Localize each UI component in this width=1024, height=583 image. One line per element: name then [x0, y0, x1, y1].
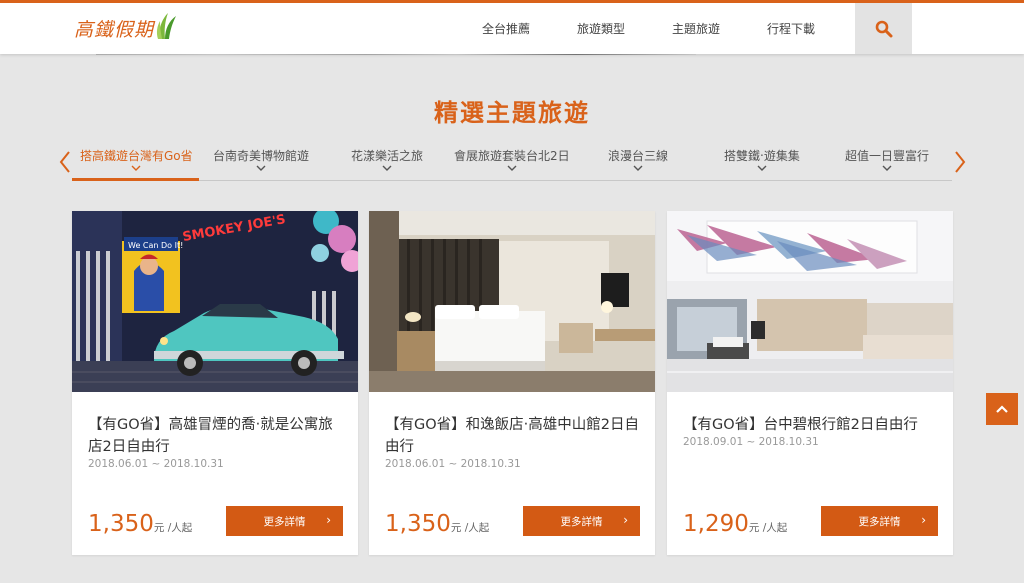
tour-photo-hotel-room[interactable] — [369, 211, 655, 392]
more-details-button[interactable]: 更多詳情 › — [226, 506, 343, 536]
tour-photo-hotel-lobby[interactable] — [667, 211, 953, 392]
site-logo[interactable]: 高鐵假期 — [74, 11, 178, 45]
tour-date-range: 2018.06.01 ~ 2018.10.31 — [385, 458, 521, 470]
tab-romantic-route[interactable]: 浪漫台三線 — [608, 147, 668, 171]
tour-photo-diner[interactable]: We Can Do It! SMOKEY JOE'S — [72, 211, 358, 392]
tab-go-save[interactable]: 搭高鐵遊台灣有Go省 — [80, 147, 193, 171]
tab-day-trip[interactable]: 超值一日豐富行 — [845, 147, 929, 171]
nav-item-travel-type[interactable]: 旅遊類型 — [577, 20, 625, 37]
tour-price: 1,290元 /人起 — [683, 511, 787, 537]
tab-jiji-rail[interactable]: 搭雙鐵‧遊集集 — [724, 147, 800, 171]
chevron-down-icon — [507, 165, 517, 171]
button-label: 更多詳情 — [263, 515, 306, 528]
chevron-down-icon — [882, 165, 892, 171]
tab-label: 超值一日豐富行 — [845, 149, 930, 163]
tabs-next-arrow-icon[interactable] — [953, 150, 967, 174]
price-unit: 元 /人起 — [153, 522, 193, 534]
search-button[interactable] — [855, 3, 912, 54]
tour-title[interactable]: 【有GO省】和逸飯店‧高雄中山館2日自由行 — [385, 414, 643, 458]
section-title: 精選主題旅遊 — [434, 99, 590, 127]
poster-text: We Can Do It! — [128, 241, 183, 250]
more-details-button[interactable]: 更多詳情 › — [821, 506, 938, 536]
tour-card[interactable]: 【有GO省】台中碧根行館2日自由行 2018.09.01 ~ 2018.10.3… — [667, 211, 953, 555]
chevron-right-icon: › — [623, 513, 628, 527]
chevron-down-icon — [382, 165, 392, 171]
tab-label: 搭高鐵遊台灣有Go省 — [80, 149, 193, 163]
chevron-down-icon — [256, 165, 266, 171]
tour-card[interactable]: We Can Do It! SMOKEY JOE'S 【有GO省】高雄冒煙的喬‧… — [72, 211, 358, 555]
price-value: 1,350 — [88, 511, 154, 537]
chevron-down-icon — [131, 165, 141, 171]
active-tab-indicator — [72, 178, 199, 181]
chevron-right-icon: › — [921, 513, 926, 527]
search-icon — [875, 20, 892, 37]
more-details-button[interactable]: 更多詳情 › — [523, 506, 640, 536]
tour-title[interactable]: 【有GO省】台中碧根行館2日自由行 — [683, 414, 941, 436]
button-label: 更多詳情 — [858, 515, 901, 528]
tour-price: 1,350元 /人起 — [88, 511, 192, 537]
button-label: 更多詳情 — [560, 515, 603, 528]
theme-tabs: 搭高鐵遊台灣有Go省 台南奇美博物館遊 花漾樂活之旅 會展旅遊套裝台北2日 浪漫… — [72, 141, 952, 181]
chevron-right-icon: › — [326, 513, 331, 527]
chevron-down-icon — [757, 165, 767, 171]
tabs-prev-arrow-icon[interactable] — [58, 150, 72, 174]
price-value: 1,350 — [385, 511, 451, 537]
tour-card[interactable]: 【有GO省】和逸飯店‧高雄中山館2日自由行 2018.06.01 ~ 2018.… — [369, 211, 655, 555]
nav-item-recommend[interactable]: 全台推薦 — [482, 20, 530, 37]
price-unit: 元 /人起 — [748, 522, 788, 534]
tour-title[interactable]: 【有GO省】高雄冒煙的喬‧就是公寓旅店2日自由行 — [88, 414, 346, 458]
nav-item-theme-travel[interactable]: 主題旅遊 — [672, 20, 720, 37]
leaf-icon — [156, 11, 178, 45]
chevron-down-icon — [633, 165, 643, 171]
main-nav: 全台推薦 旅遊類型 主題旅遊 行程下載 — [482, 3, 862, 54]
price-value: 1,290 — [683, 511, 749, 537]
tour-price: 1,350元 /人起 — [385, 511, 489, 537]
tab-flower-trip[interactable]: 花漾樂活之旅 — [351, 147, 423, 171]
chevron-up-icon — [996, 405, 1008, 413]
price-unit: 元 /人起 — [450, 522, 490, 534]
tab-label: 花漾樂活之旅 — [351, 149, 424, 163]
tab-chimei-museum[interactable]: 台南奇美博物館遊 — [213, 147, 309, 171]
back-to-top-button[interactable] — [986, 393, 1018, 425]
tour-date-range: 2018.06.01 ~ 2018.10.31 — [88, 458, 224, 470]
logo-text: 高鐵假期 — [74, 18, 155, 41]
tab-convention-taipei[interactable]: 會展旅遊套裝台北2日 — [454, 147, 570, 171]
top-navbar: 高鐵假期 全台推薦 旅遊類型 主題旅遊 行程下載 — [0, 0, 1024, 54]
tab-label: 台南奇美博物館遊 — [213, 149, 310, 163]
tab-label: 搭雙鐵‧遊集集 — [724, 149, 800, 163]
tab-label: 會展旅遊套裝台北2日 — [454, 149, 570, 163]
nav-item-download[interactable]: 行程下載 — [767, 20, 815, 37]
tour-date-range: 2018.09.01 ~ 2018.10.31 — [683, 436, 819, 448]
tab-label: 浪漫台三線 — [608, 149, 669, 163]
